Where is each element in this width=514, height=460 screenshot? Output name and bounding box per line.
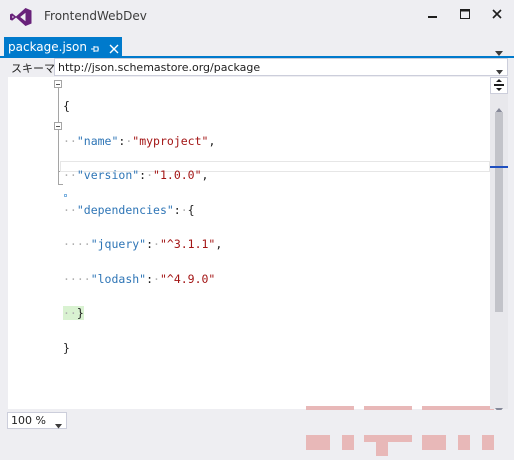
outlining-margin bbox=[24, 77, 64, 409]
colon: :· bbox=[173, 202, 188, 217]
code-line: ··"dependencies":·{ bbox=[63, 202, 222, 217]
json-key: ··"name" bbox=[63, 133, 119, 148]
schema-bar: スキーマ: http://json.schemastore.org/packag… bbox=[0, 58, 514, 77]
code-line: ····"lodash":·"^4.9.0" bbox=[63, 271, 222, 286]
pin-icon[interactable] bbox=[89, 40, 101, 52]
tab-package-json[interactable]: package.json bbox=[4, 37, 122, 56]
chevron-down-icon[interactable] bbox=[55, 419, 62, 429]
colon: :· bbox=[146, 271, 160, 286]
whitespace-marker: · bbox=[153, 271, 160, 286]
whitespace-marker: · bbox=[146, 168, 154, 182]
outline-guide bbox=[58, 130, 59, 172]
caret-marker bbox=[64, 194, 67, 197]
comma: , bbox=[215, 237, 223, 251]
json-key: ····"jquery" bbox=[63, 237, 147, 251]
colon: :· bbox=[139, 168, 154, 182]
code-line: ····"jquery":·"^3.1.1", bbox=[63, 237, 223, 251]
json-string: "myproject" bbox=[132, 133, 209, 148]
whitespace-marker: · bbox=[153, 237, 160, 251]
open-brace: { bbox=[63, 99, 70, 113]
close-brace: ··} bbox=[63, 306, 84, 320]
colon: :· bbox=[118, 133, 133, 148]
json-key: ····"lodash" bbox=[63, 271, 147, 286]
colon: :· bbox=[146, 237, 160, 251]
open-brace: { bbox=[187, 202, 195, 217]
scrollbar-thumb[interactable] bbox=[495, 112, 503, 312]
json-key: ··"dependencies" bbox=[63, 202, 174, 217]
zoom-level: 100 % bbox=[11, 414, 46, 427]
code-line: } bbox=[63, 340, 222, 355]
close-brace: } bbox=[63, 340, 70, 355]
whitespace-marker: ···· bbox=[63, 271, 91, 286]
tab-dropdown-icon[interactable] bbox=[494, 42, 504, 56]
tab-close-icon[interactable] bbox=[108, 40, 120, 54]
close-window-button[interactable] bbox=[484, 4, 510, 24]
json-string: "^3.1.1" bbox=[159, 237, 216, 251]
whitespace-marker: ·· bbox=[63, 306, 77, 320]
minimize-button[interactable] bbox=[420, 4, 446, 24]
chevron-down-icon[interactable] bbox=[496, 65, 503, 75]
collapse-dependencies-icon[interactable] bbox=[54, 122, 62, 130]
split-editor-button[interactable] bbox=[490, 77, 508, 94]
maximize-icon bbox=[460, 9, 470, 19]
split-icon bbox=[494, 76, 504, 95]
minimize-icon bbox=[428, 9, 438, 19]
zoom-combobox[interactable]: 100 % bbox=[7, 412, 67, 429]
whitespace-marker: ···· bbox=[63, 237, 91, 251]
json-key: ··"version" bbox=[63, 168, 140, 182]
schema-url-combobox[interactable]: http://json.schemastore.org/package bbox=[54, 58, 508, 76]
vertical-scrollbar[interactable] bbox=[490, 77, 508, 413]
comma: , bbox=[201, 168, 209, 182]
collapse-root-icon[interactable] bbox=[54, 80, 62, 88]
app-title: FrontendWebDev bbox=[44, 9, 147, 23]
code-line: ··"name":·"myproject", bbox=[63, 133, 222, 148]
code-line: ··} bbox=[63, 306, 222, 320]
whitespace-marker: ·· bbox=[63, 133, 77, 148]
maximize-button[interactable] bbox=[452, 4, 478, 24]
comma: , bbox=[208, 133, 216, 148]
tab-title: package.json bbox=[8, 39, 88, 54]
code-editor[interactable]: { ··"name":·"myproject", ··"version":·"1… bbox=[8, 77, 508, 456]
caret-position-indicator bbox=[490, 166, 508, 168]
code-line: ··"version":·"1.0.0", bbox=[63, 168, 222, 182]
visual-studio-logo-icon bbox=[10, 8, 32, 26]
close-icon bbox=[492, 9, 502, 19]
schema-url-value: http://json.schemastore.org/package bbox=[58, 61, 261, 74]
json-string: "1.0.0" bbox=[153, 168, 202, 182]
whitespace-marker: ·· bbox=[63, 202, 77, 217]
document-tab-strip: package.json bbox=[0, 37, 514, 58]
title-bar: FrontendWebDev bbox=[0, 0, 514, 34]
code-line: { bbox=[63, 99, 222, 113]
schema-label: スキーマ: bbox=[11, 62, 59, 75]
editor-status-bar: 100 % bbox=[0, 410, 514, 435]
json-string: "^4.9.0" bbox=[159, 271, 216, 286]
whitespace-marker: · bbox=[180, 202, 188, 217]
code-text[interactable]: { ··"name":·"myproject", ··"version":·"1… bbox=[63, 78, 222, 377]
whitespace-marker: ·· bbox=[63, 168, 77, 182]
